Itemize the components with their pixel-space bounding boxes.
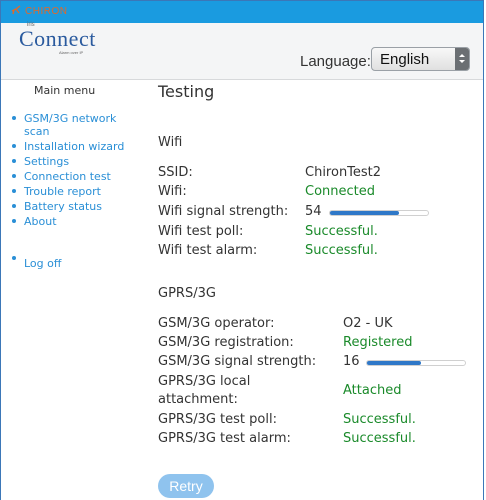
gprs-section-title: GPRS/3G [158,286,216,301]
retry-button[interactable]: Retry [158,474,214,498]
ssid-label: SSID: [158,165,193,180]
gprs-poll-value: Successful. [343,412,416,427]
gprs-local-label-line1: GPRS/3G local [158,374,251,389]
language-select[interactable]: English [371,47,470,71]
app-logo: iris Connect Alarm over IP [19,22,96,55]
wifi-poll-label: Wifi test poll: [158,224,244,239]
gprs-alarm-value: Successful. [343,431,416,446]
menu-item-connection-test[interactable]: Connection test [10,170,140,183]
menu-item-trouble-report[interactable]: Trouble report [10,185,140,198]
gsm-operator-label: GSM/3G operator: [158,316,275,331]
menu-item-about[interactable]: About [10,215,140,228]
gsm-signal-bar-fill [367,361,421,365]
wifi-poll-value: Successful. [305,224,378,239]
wifi-alarm-label: Wifi test alarm: [158,243,258,258]
gprs-poll-label: GPRS/3G test poll: [158,412,277,427]
menu-item-logoff[interactable]: Log off [10,252,61,271]
wifi-section-title: Wifi [158,135,183,150]
menu-item-network-scan[interactable]: GSM/3G network scan [10,112,140,138]
bullet [12,256,16,260]
brand-name: CHIRON [25,6,68,17]
brand-logo: CHIRON [11,5,67,17]
ssid-value: ChironTest2 [305,165,382,180]
wifi-status-label: Wifi: [158,184,187,199]
wifi-status-value: Connected [305,184,376,199]
gsm-registration-value: Registered [343,335,413,350]
select-arrows-icon [455,48,469,70]
gsm-registration-label: GSM/3G registration: [158,335,294,350]
language-selected-value: English [380,51,430,68]
main-menu-title: Main menu [34,84,96,97]
chiron-logo-icon [11,5,21,15]
wifi-signal-value: 54 [305,204,322,219]
gprs-alarm-label: GPRS/3G test alarm: [158,431,291,446]
wifi-signal-bar [329,210,429,216]
gprs-local-label-line2: attachment: [158,392,238,407]
page-title: Testing [158,82,215,101]
logo-prefix: iris [27,22,35,28]
gprs-local-value: Attached [343,383,402,398]
gsm-operator-value: O2 - UK [343,316,393,331]
wifi-signal-bar-fill [330,211,399,215]
logoff-label: Log off [24,257,62,270]
language-label: Language: [300,53,371,70]
logo-text: Connect [19,26,96,51]
logo-tagline: Alarm over IP [59,50,84,55]
gsm-signal-value: 16 [343,354,360,369]
top-bar: CHIRON [1,1,483,23]
menu-item-battery-status[interactable]: Battery status [10,200,140,213]
gsm-signal-label: GSM/3G signal strength: [158,354,317,369]
menu-item-installation-wizard[interactable]: Installation wizard [10,140,140,153]
wifi-signal-label: Wifi signal strength: [158,204,289,219]
main-menu: GSM/3G network scan Installation wizard … [10,112,140,230]
wifi-alarm-value: Successful. [305,243,378,258]
gsm-signal-bar [366,360,466,366]
menu-item-settings[interactable]: Settings [10,155,140,168]
